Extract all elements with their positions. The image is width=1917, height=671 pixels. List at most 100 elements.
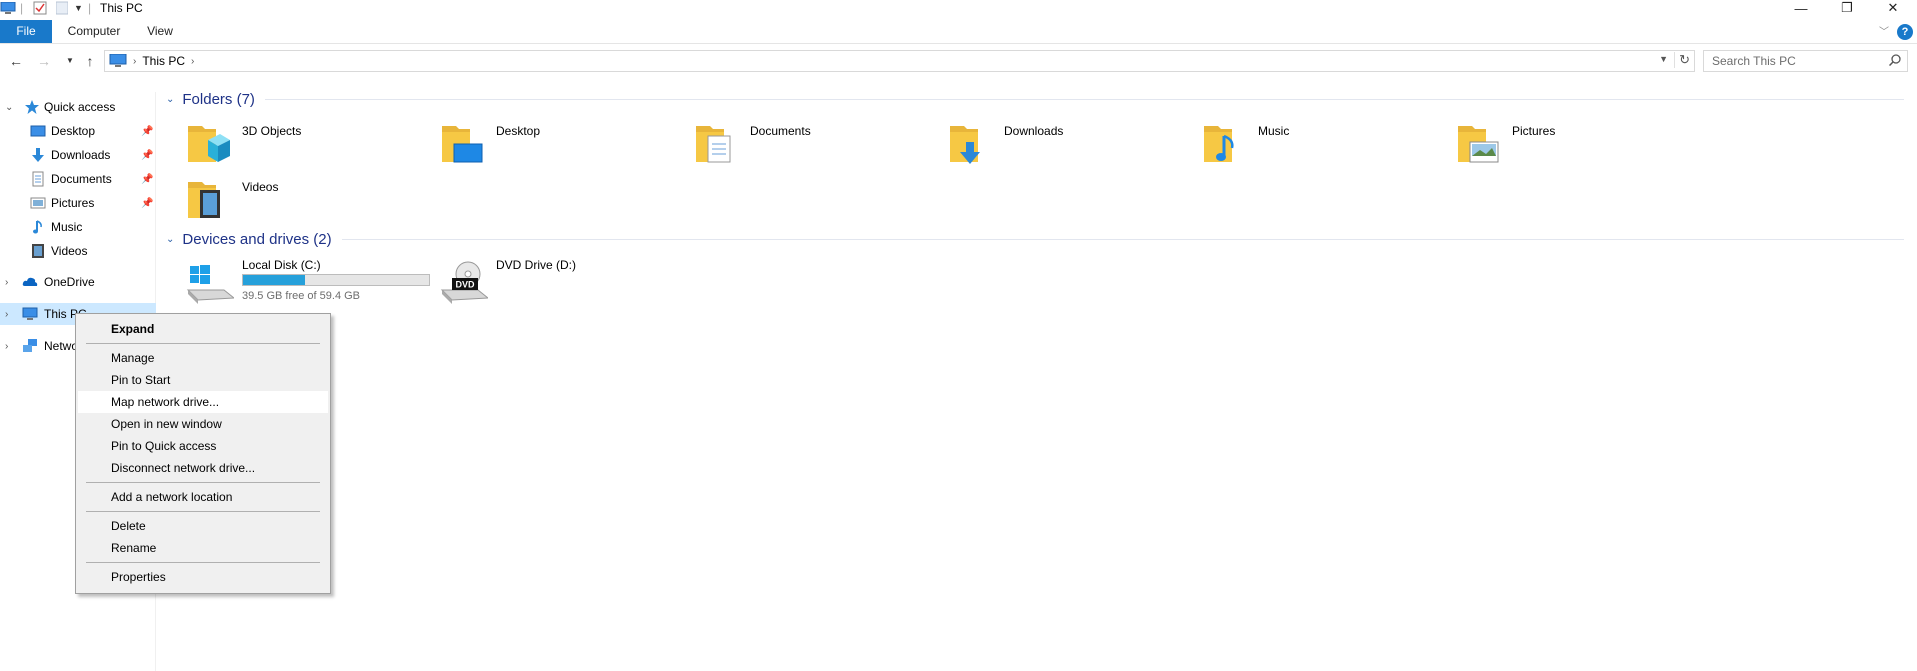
recent-locations-icon[interactable]: ▼ [60,51,80,71]
network-icon [23,339,37,352]
search-placeholder: Search This PC [1712,54,1796,68]
downloads-folder-icon [950,126,980,164]
nav-item-quick-access[interactable]: ⌄ Quick access [0,96,156,118]
menu-item-expand[interactable]: Expand [78,318,328,340]
folder-label: Documents [750,124,811,138]
back-arrow-icon[interactable]: ← [6,51,26,71]
chevron-down-icon[interactable]: ⌄ [166,94,174,105]
desktop-icon [30,125,46,137]
group-title: Devices and drives (2) [182,230,332,248]
folder-label: Music [1258,124,1290,138]
search-icon[interactable] [1889,54,1901,66]
nav-item-pictures[interactable]: Pictures 📌 [0,192,156,214]
expand-ribbon-icon[interactable]: ﹀ [1879,23,1889,38]
menu-item-manage[interactable]: Manage [78,347,328,369]
restore-button[interactable]: ❐ [1824,0,1870,16]
windows-drive-icon [186,265,234,304]
computer-icon [22,307,38,320]
menu-item-delete[interactable]: Delete [78,515,328,537]
chevron-right-icon[interactable]: › [191,56,194,67]
nav-item-music[interactable]: Music [0,216,156,238]
folder-downloads[interactable]: Downloads [934,114,1174,164]
pictures-icon [30,197,46,209]
drive-usage-bar [242,274,430,286]
menu-item-map-network-drive[interactable]: Map network drive... [78,391,328,413]
menu-item-disconnect-network-drive[interactable]: Disconnect network drive... [78,457,328,479]
address-dropdown-icon[interactable]: ▼ [1659,54,1668,64]
refresh-icon[interactable]: ↻ [1674,52,1690,68]
chevron-right-icon[interactable]: › [133,56,136,67]
cloud-icon [22,277,38,286]
minimize-button[interactable]: — [1778,0,1824,16]
nav-item-desktop[interactable]: Desktop 📌 [0,120,156,142]
menu-item-rename[interactable]: Rename [78,537,328,559]
new-folder-icon[interactable] [56,0,68,16]
content-pane: ⌄ Folders (7) 3D Objects Desktop Documen… [160,84,1917,671]
tab-computer[interactable]: Computer [60,20,128,43]
documents-folder-icon [696,126,731,163]
folder-videos[interactable]: Videos [172,170,412,220]
drive-dvd-d[interactable]: DVD DVD Drive (D:) [426,254,626,304]
nav-item-label: Videos [51,244,88,258]
menu-item-pin-to-start[interactable]: Pin to Start [78,369,328,391]
chevron-right-icon[interactable]: › [5,309,8,320]
drive-usage-fill [243,275,306,285]
drive-free-space: 39.5 GB free of 59.4 GB [242,290,361,302]
pin-icon: 📌 [141,197,154,209]
up-arrow-icon[interactable]: ↑ [80,51,100,71]
pictures-folder-icon [1458,126,1499,163]
nav-item-label: Downloads [51,148,111,162]
address-row: ← → ▼ ↑ › This PC › ▼ ↻ Search This PC [0,48,1917,74]
divider [264,98,1904,100]
desktop-folder-icon [442,126,483,163]
separator: | [88,1,92,15]
group-title: Folders (7) [182,90,255,108]
address-bar[interactable]: › This PC › ▼ ↻ [104,50,1695,72]
dvd-drive-icon: DVD [440,261,488,304]
videos-folder-icon [188,182,220,218]
chevron-right-icon[interactable]: › [5,277,8,288]
ribbon: File Computer View ﹀ ? [0,20,1917,44]
videos-icon [32,244,44,258]
customize-quick-access-icon[interactable]: ▼ [74,0,83,16]
pin-icon: 📌 [141,149,154,161]
folder-music[interactable]: Music [1188,114,1428,164]
close-button[interactable]: ✕ [1870,0,1916,16]
computer-icon [109,54,127,67]
properties-icon[interactable] [33,0,47,16]
address-path[interactable]: This PC [142,54,185,68]
window-pc-icon[interactable] [0,0,16,16]
chevron-down-icon[interactable]: ⌄ [5,102,13,113]
folders-group-header[interactable]: ⌄ Folders (7) [160,88,1910,110]
context-menu: Expand Manage Pin to Start Map network d… [75,313,331,594]
nav-item-label: Quick access [44,100,116,114]
menu-item-pin-to-quick-access[interactable]: Pin to Quick access [78,435,328,457]
folder-3d-objects[interactable]: 3D Objects [172,114,412,164]
menu-item-properties[interactable]: Properties [78,566,328,588]
menu-item-add-network-location[interactable]: Add a network location [78,486,328,508]
drive-local-disk-c[interactable]: Local Disk (C:) 39.5 GB free of 59.4 GB [172,254,452,304]
title-bar: | ▼ | This PC — ❐ ✕ [0,0,1917,16]
menu-separator [86,482,320,483]
search-input[interactable]: Search This PC [1703,50,1908,72]
nav-item-label: Desktop [51,124,96,138]
devices-group-header[interactable]: ⌄ Devices and drives (2) [160,228,1910,250]
forward-arrow-icon[interactable]: → [34,51,54,71]
folder-pictures[interactable]: Pictures [1442,114,1682,164]
nav-item-downloads[interactable]: Downloads 📌 [0,144,156,166]
separator: | [20,1,24,15]
folder-label: 3D Objects [242,124,302,138]
nav-item-videos[interactable]: Videos [0,240,156,262]
menu-separator [86,343,320,344]
menu-item-open-in-new-window[interactable]: Open in new window [78,413,328,435]
tab-file[interactable]: File [0,20,52,43]
help-button[interactable]: ? [1897,24,1913,40]
chevron-down-icon[interactable]: ⌄ [166,234,174,245]
folder-desktop[interactable]: Desktop [426,114,666,164]
tab-view[interactable]: View [140,20,180,43]
nav-item-documents[interactable]: Documents 📌 [0,168,156,190]
chevron-right-icon[interactable]: › [5,341,8,352]
folder-documents[interactable]: Documents [680,114,920,164]
music-icon [33,220,42,234]
nav-item-onedrive[interactable]: › OneDrive [0,271,156,293]
